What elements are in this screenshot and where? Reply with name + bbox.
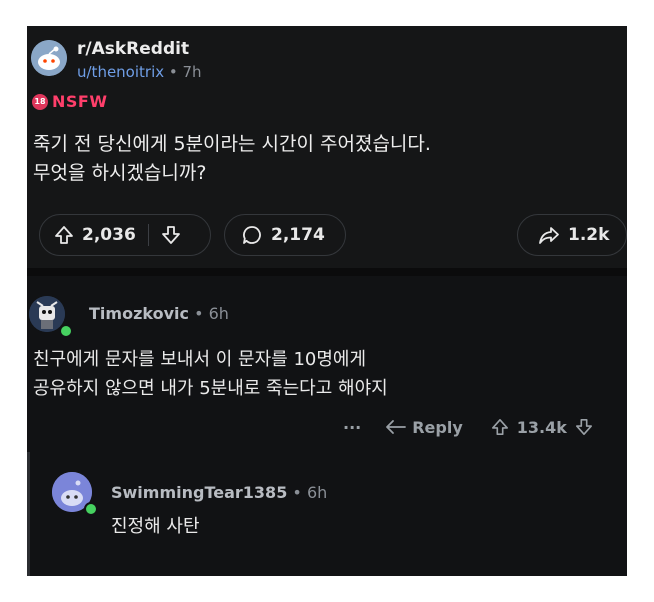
reply-author-row: SwimmingTear1385 • 6h — [111, 483, 327, 502]
reply-button[interactable]: Reply — [385, 418, 463, 437]
comment-line-2: 공유하지 않으면 내가 5분내로 죽는다고 해야지 — [33, 378, 388, 399]
comment-line-1: 친구에게 문자를 보내서 이 문자를 10명에게 — [33, 349, 367, 370]
share-button[interactable]: 1.2k — [517, 214, 627, 256]
comment-button[interactable]: 2,174 — [224, 214, 346, 256]
post-card: r/AskReddit u/thenoitrix • 7h 18 NSFW 죽기… — [27, 26, 627, 268]
online-indicator — [84, 502, 98, 516]
thread-line[interactable] — [27, 452, 30, 576]
comment-author-row: Timozkovic • 6h — [89, 304, 229, 323]
comment-time: 6h — [208, 304, 229, 323]
reply-body: 진정해 사탄 — [111, 516, 200, 537]
comment-bubble-icon — [243, 226, 261, 244]
reply-separator: • — [287, 483, 307, 502]
subreddit-avatar[interactable] — [31, 40, 67, 76]
downvote-arrow-icon[interactable] — [161, 225, 181, 245]
more-dots-icon[interactable]: ··· — [343, 418, 361, 437]
post-title-line-2: 무엇을 하시겠습니까? — [33, 162, 207, 184]
nsfw-label: NSFW — [52, 92, 108, 111]
post-meta: u/thenoitrix • 7h — [77, 63, 202, 81]
screenshot-frame: r/AskReddit u/thenoitrix • 7h 18 NSFW 죽기… — [27, 26, 627, 576]
post-time: 7h — [182, 63, 202, 81]
comment-vote-count: 13.4k — [516, 417, 567, 437]
upvote-arrow-icon[interactable] — [491, 417, 509, 437]
nsfw-18-icon: 18 — [32, 93, 48, 110]
meta-separator: • — [164, 63, 183, 81]
reply-author[interactable]: SwimmingTear1385 — [111, 483, 287, 502]
post-title-line-1: 죽기 전 당신에게 5분이라는 시간이 주어졌습니다. — [33, 133, 431, 155]
upvote-count: 2,036 — [82, 225, 136, 245]
downvote-arrow-icon[interactable] — [575, 417, 593, 437]
section-divider — [27, 268, 627, 276]
comment-body: 친구에게 문자를 보내서 이 문자를 10명에게 공유하지 않으면 내가 5분내… — [33, 345, 388, 403]
share-count: 1.2k — [568, 225, 610, 245]
nsfw-tag: 18 NSFW — [32, 92, 108, 111]
comment-author[interactable]: Timozkovic — [89, 304, 189, 323]
reply-label: Reply — [412, 417, 463, 437]
subreddit-name[interactable]: r/AskReddit — [77, 39, 189, 59]
comment-count: 2,174 — [271, 225, 325, 245]
comment-actions: ··· Reply 13.4k — [343, 417, 593, 437]
post-title[interactable]: 죽기 전 당신에게 5분이라는 시간이 주어졌습니다. 무엇을 하시겠습니까? — [33, 130, 593, 188]
share-arrow-icon — [539, 227, 559, 244]
reply-arrow-icon — [386, 420, 407, 434]
online-indicator — [59, 324, 73, 338]
vote-divider — [147, 224, 149, 246]
comment-separator: • — [188, 304, 209, 323]
reddit-snoo-icon — [31, 40, 67, 76]
post-username[interactable]: u/thenoitrix — [77, 63, 164, 81]
upvote-arrow-icon[interactable] — [54, 225, 74, 245]
reply-time: 6h — [306, 483, 328, 502]
vote-control: 2,036 — [39, 214, 211, 256]
